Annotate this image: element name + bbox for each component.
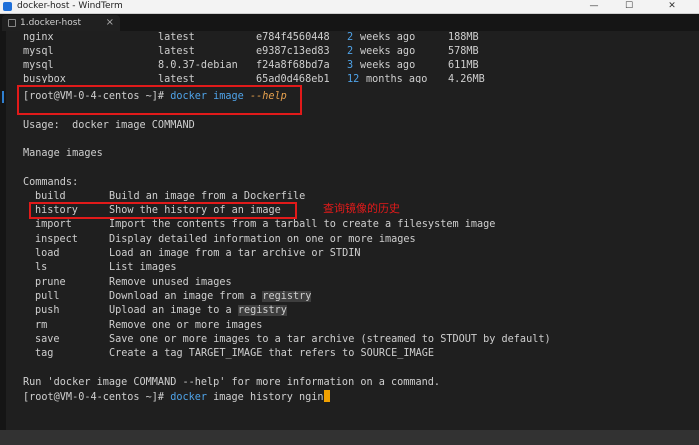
tab-label: 1.docker-host — [20, 18, 81, 28]
prompt-text: [root@VM-0-4-centos ~]# — [23, 392, 171, 403]
line-marker — [2, 91, 4, 103]
image-row: nginx latest e784f4560448 2 weeks ago 18… — [23, 32, 479, 43]
window-title: docker-host - WindTerm — [17, 1, 123, 11]
command-row: load Load an image from a tar archive or … — [35, 248, 361, 259]
usage-line: Usage: docker image COMMAND — [23, 120, 195, 131]
command-text: docker image — [170, 91, 250, 102]
desktop-strip — [0, 430, 699, 445]
tab-docker-host[interactable]: 1.docker-host × — [2, 15, 120, 31]
prompt-text: [root@VM-0-4-centos ~]# — [23, 91, 171, 102]
close-button[interactable]: ✕ — [657, 0, 687, 13]
image-row: mysql latest e9387c13ed83 2 weeks ago 57… — [23, 46, 479, 57]
command-row: import Import the contents from a tarball… — [35, 219, 496, 230]
footer-line: Run 'docker image COMMAND --help' for mo… — [23, 377, 441, 388]
flag-text: --help — [249, 91, 287, 102]
prompt-line-help: [root@VM-0-4-centos ~]# docker image --h… — [23, 90, 287, 104]
command-row: history Show the history of an image — [35, 205, 281, 216]
command-row: inspect Display detailed information on o… — [35, 234, 416, 245]
tab-close-icon[interactable]: × — [106, 15, 114, 31]
commands-header: Commands: — [23, 177, 79, 188]
prompt-line-current[interactable]: [root@VM-0-4-centos ~]# docker image his… — [23, 390, 330, 404]
terminal-window: docker-host - WindTerm — ☐ ✕ 1.docker-ho… — [0, 0, 699, 430]
command-row: save Save one or more images to a tar arc… — [35, 334, 551, 345]
text-cursor — [323, 390, 330, 402]
command-text: docker — [170, 392, 208, 403]
windterm-app-icon — [3, 2, 12, 11]
command-row: push Upload an image to a registry — [35, 305, 287, 316]
tab-bar: 1.docker-host × — [0, 14, 699, 31]
manage-line: Manage images — [23, 148, 103, 159]
terminal-icon — [8, 19, 16, 27]
command-row: ls List images — [35, 262, 177, 273]
command-row: prune Remove unused images — [35, 277, 232, 288]
image-row: mysql 8.0.37-debian f24a8f68bd7a 3 weeks… — [23, 60, 479, 71]
title-bar: docker-host - WindTerm — ☐ ✕ — [0, 0, 699, 14]
command-row: rm Remove one or more images — [35, 320, 263, 331]
command-row: pull Download an image from a registry — [35, 291, 312, 302]
image-row: busybox latest 65ad0d468eb1 12 months ag… — [23, 74, 485, 83]
maximize-button[interactable]: ☐ — [614, 0, 644, 13]
minimize-button[interactable]: — — [579, 0, 609, 13]
command-row: tag Create a tag TARGET_IMAGE that refers… — [35, 348, 435, 359]
command-args: image history ngin — [207, 392, 324, 403]
